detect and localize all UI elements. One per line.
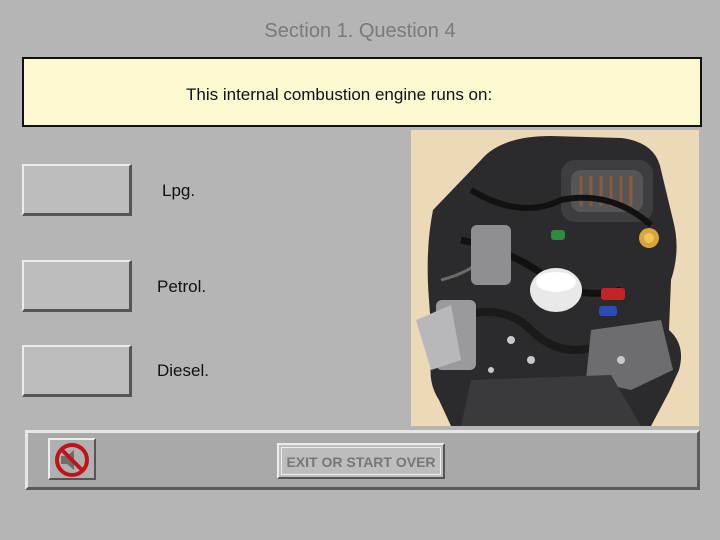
answer-button-3[interactable] (22, 345, 132, 397)
sound-toggle-button[interactable] (48, 438, 96, 480)
answer-label-3: Diesel. (157, 361, 209, 380)
sound-off-icon (53, 441, 91, 484)
bottom-bar: EXIT OR START OVER (25, 430, 700, 490)
page-title: Section 1. Question 4 (264, 20, 456, 42)
exit-button-label: EXIT OR START OVER (281, 447, 441, 475)
question-box: This internal combustion engine runs on: (22, 57, 702, 127)
question-text: This internal combustion engine runs on: (186, 85, 493, 104)
answer-button-1[interactable] (22, 164, 132, 216)
answer-button-2[interactable] (22, 260, 132, 312)
answer-label-2: Petrol. (157, 277, 207, 296)
exit-or-start-over-button[interactable]: EXIT OR START OVER (277, 443, 445, 479)
answer-label-1: Lpg. (162, 181, 196, 200)
engine-image (411, 130, 699, 426)
